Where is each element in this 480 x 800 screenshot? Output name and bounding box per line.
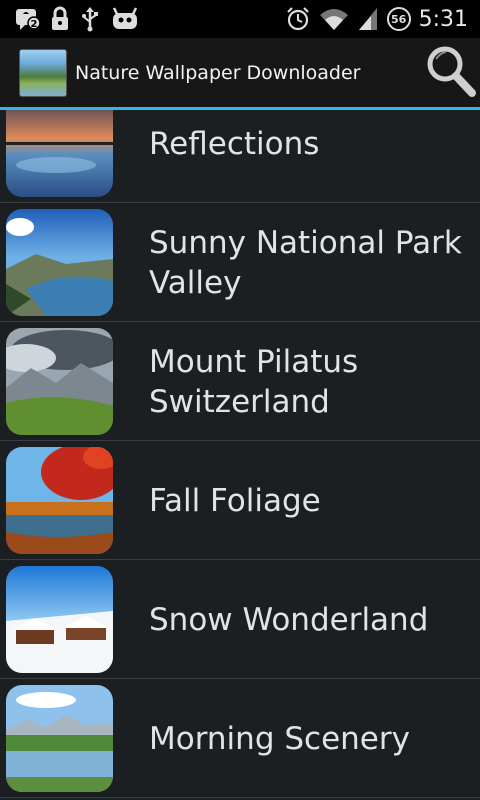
signal-icon bbox=[357, 6, 379, 32]
app-title: Nature Wallpaper Downloader bbox=[75, 61, 361, 84]
lock-icon bbox=[50, 6, 70, 32]
list-item[interactable]: Morning Scenery bbox=[0, 680, 480, 798]
wifi-icon bbox=[319, 6, 349, 32]
wallpaper-thumbnail bbox=[6, 566, 113, 673]
wallpaper-title: Snow Wonderland bbox=[149, 601, 429, 638]
list-item[interactable]: Mount Pilatus Switzerland bbox=[0, 323, 480, 441]
search-icon bbox=[422, 43, 478, 103]
battery-icon: 56 bbox=[386, 7, 411, 31]
alarm-icon bbox=[285, 6, 311, 32]
wallpaper-title: Mount Pilatus Switzerland bbox=[149, 343, 359, 420]
wallpaper-thumbnail bbox=[6, 110, 113, 197]
wallpaper-thumbnail bbox=[6, 209, 113, 316]
search-button[interactable] bbox=[420, 43, 480, 103]
wallpaper-title: Morning Scenery bbox=[149, 720, 410, 757]
android-debug-icon bbox=[110, 6, 140, 32]
list-item[interactable]: Sunny National Park Valley bbox=[0, 204, 480, 322]
list-item[interactable]: Reflections bbox=[0, 110, 480, 203]
notification-count: 2 bbox=[31, 19, 38, 30]
wallpaper-title: Sunny National Park Valley bbox=[149, 224, 462, 301]
wallpaper-thumbnail bbox=[6, 447, 113, 554]
usb-icon bbox=[80, 6, 100, 32]
list-item[interactable]: Snow Wonderland bbox=[0, 561, 480, 679]
clock: 5:31 bbox=[418, 6, 468, 32]
wallpaper-thumbnail bbox=[6, 328, 113, 435]
wallpaper-title: Reflections bbox=[149, 125, 320, 162]
wallpaper-list[interactable]: Reflections Sunny National Park Valley M… bbox=[0, 110, 480, 800]
message-notification-icon: 2 bbox=[14, 6, 40, 32]
status-bar: 2 56 5:31 bbox=[0, 0, 480, 38]
app-icon[interactable] bbox=[19, 48, 67, 97]
action-bar: Nature Wallpaper Downloader bbox=[0, 38, 480, 107]
wallpaper-thumbnail bbox=[6, 685, 113, 792]
list-item[interactable]: Fall Foliage bbox=[0, 442, 480, 560]
wallpaper-title: Fall Foliage bbox=[149, 482, 321, 519]
